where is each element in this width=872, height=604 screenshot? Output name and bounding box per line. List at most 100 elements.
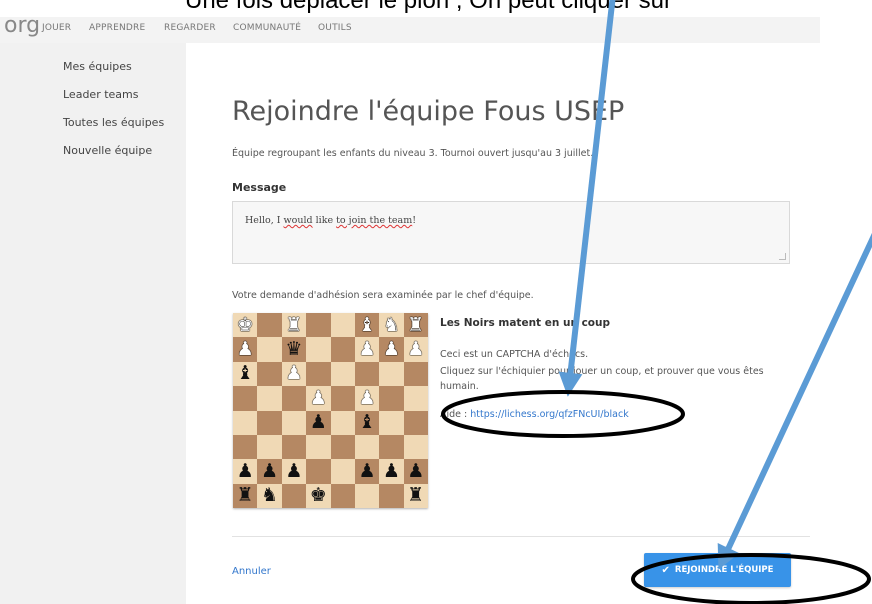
board-square-a1[interactable]: ♜	[403, 313, 428, 338]
board-square-d2[interactable]	[330, 337, 355, 362]
white-rook-icon[interactable]: ♜	[407, 315, 424, 335]
board-square-a7[interactable]: ♟	[403, 459, 428, 484]
nav-outils[interactable]: OUTILS	[318, 23, 352, 33]
board-square-h8[interactable]: ♜	[233, 483, 258, 508]
board-square-d6[interactable]	[330, 434, 355, 460]
board-square-g2[interactable]	[257, 337, 282, 362]
board-square-c5[interactable]: ♝	[354, 410, 380, 435]
board-square-b6[interactable]	[379, 434, 404, 460]
board-square-f2[interactable]: ♛	[281, 337, 307, 362]
black-pawn-icon[interactable]: ♟	[383, 461, 400, 481]
board-square-f3[interactable]: ♟	[281, 361, 307, 387]
board-square-d3[interactable]	[330, 361, 355, 387]
board-square-d1[interactable]	[330, 313, 355, 338]
board-square-b7[interactable]: ♟	[379, 459, 404, 484]
black-rook-icon[interactable]: ♜	[407, 486, 424, 505]
board-square-d4[interactable]	[330, 386, 355, 411]
black-knight-icon[interactable]: ♞	[261, 486, 278, 505]
board-square-f5[interactable]	[281, 410, 307, 435]
board-square-b5[interactable]	[379, 410, 404, 435]
white-pawn-icon[interactable]: ♟	[310, 388, 327, 408]
nav-regarder[interactable]: REGARDER	[164, 23, 216, 33]
board-square-f8[interactable]	[281, 483, 307, 508]
cancel-link[interactable]: Annuler	[232, 566, 271, 577]
board-square-b8[interactable]	[379, 483, 404, 508]
nav-apprendre[interactable]: APPRENDRE	[89, 23, 145, 33]
board-square-e6[interactable]	[306, 434, 331, 460]
resize-handle-icon[interactable]	[779, 253, 786, 260]
board-square-e4[interactable]: ♟	[306, 386, 331, 411]
board-square-g3[interactable]	[257, 361, 282, 387]
black-bishop-icon[interactable]: ♝	[237, 364, 254, 383]
board-square-h3[interactable]: ♝	[233, 361, 258, 387]
board-square-g1[interactable]	[257, 313, 282, 338]
board-square-h6[interactable]	[233, 434, 258, 460]
board-square-c6[interactable]	[354, 434, 380, 460]
board-square-c7[interactable]: ♟	[354, 459, 380, 484]
black-pawn-icon[interactable]: ♟	[261, 461, 278, 481]
black-pawn-icon[interactable]: ♟	[310, 413, 327, 432]
board-square-b4[interactable]	[379, 386, 404, 411]
board-square-e7[interactable]	[306, 459, 331, 484]
board-square-a8[interactable]: ♜	[403, 483, 428, 508]
message-textarea[interactable]: Hello, I would like to join the team!	[232, 201, 790, 264]
nav-jouer[interactable]: JOUER	[42, 23, 71, 33]
help-link[interactable]: https://lichess.org/qfzFNcUI/black	[470, 409, 628, 420]
white-king-icon[interactable]: ♚	[237, 315, 254, 335]
black-pawn-icon[interactable]: ♟	[285, 461, 302, 481]
black-rook-icon[interactable]: ♜	[237, 486, 254, 505]
sidebar-item-toutes-les-equipes[interactable]: Toutes les équipes	[63, 116, 164, 144]
board-square-c8[interactable]	[354, 483, 380, 508]
board-square-f4[interactable]	[281, 386, 307, 411]
black-pawn-icon[interactable]: ♟	[407, 461, 424, 481]
sidebar-item-nouvelle-equipe[interactable]: Nouvelle équipe	[63, 144, 164, 172]
board-square-e1[interactable]	[306, 313, 331, 338]
board-square-h5[interactable]	[233, 410, 258, 435]
board-square-d7[interactable]	[330, 459, 355, 484]
board-square-g6[interactable]	[257, 434, 282, 460]
black-queen-icon[interactable]: ♛	[285, 340, 302, 359]
black-bishop-icon[interactable]: ♝	[359, 413, 376, 432]
white-pawn-icon[interactable]: ♟	[237, 340, 254, 359]
board-square-g8[interactable]: ♞	[257, 483, 282, 508]
black-pawn-icon[interactable]: ♟	[359, 461, 376, 481]
white-pawn-icon[interactable]: ♟	[359, 340, 376, 359]
board-square-b2[interactable]: ♟	[379, 337, 404, 362]
board-square-b1[interactable]: ♞	[379, 313, 404, 338]
sidebar-item-leader-teams[interactable]: Leader teams	[63, 88, 164, 116]
white-bishop-icon[interactable]: ♝	[359, 315, 376, 335]
board-square-a6[interactable]	[403, 434, 428, 460]
board-square-h4[interactable]	[233, 386, 258, 411]
board-square-g5[interactable]	[257, 410, 282, 435]
board-square-c1[interactable]: ♝	[354, 313, 380, 338]
board-square-d8[interactable]	[330, 483, 355, 508]
board-square-b3[interactable]	[379, 361, 404, 387]
board-square-g7[interactable]: ♟	[257, 459, 282, 484]
board-square-f1[interactable]: ♜	[281, 313, 307, 338]
board-square-e3[interactable]	[306, 361, 331, 387]
white-knight-icon[interactable]: ♞	[383, 315, 400, 335]
board-square-h2[interactable]: ♟	[233, 337, 258, 362]
black-king-icon[interactable]: ♚	[310, 486, 327, 505]
board-square-g4[interactable]	[257, 386, 282, 411]
board-square-a5[interactable]	[403, 410, 428, 435]
board-square-a4[interactable]	[403, 386, 428, 411]
white-pawn-icon[interactable]: ♟	[359, 388, 376, 408]
board-square-h1[interactable]: ♚	[233, 313, 258, 338]
board-square-a2[interactable]: ♟	[403, 337, 428, 362]
board-square-h7[interactable]: ♟	[233, 459, 258, 484]
board-square-d5[interactable]	[330, 410, 355, 435]
board-square-f7[interactable]: ♟	[281, 459, 307, 484]
sidebar-item-mes-equipes[interactable]: Mes équipes	[63, 60, 164, 88]
white-pawn-icon[interactable]: ♟	[383, 340, 400, 359]
site-logo[interactable]: org	[4, 13, 40, 38]
board-square-c3[interactable]	[354, 361, 380, 387]
board-square-c4[interactable]: ♟	[354, 386, 380, 411]
white-pawn-icon[interactable]: ♟	[285, 364, 302, 383]
chess-captcha-board[interactable]: ♚ ♜ ♝ ♞ ♜ ♟ ♛ ♟ ♟ ♟ ♝ ♟ ♟ ♟ ♟ ♝ ♟ ♟ ♟ ♟ ♟ ♟ ♜ ♞ ♚ ♜	[233, 313, 428, 508]
board-square-a3[interactable]	[403, 361, 428, 387]
board-square-e2[interactable]	[306, 337, 331, 362]
black-pawn-icon[interactable]: ♟	[237, 461, 254, 481]
board-square-e5[interactable]: ♟	[306, 410, 331, 435]
board-square-c2[interactable]: ♟	[354, 337, 380, 362]
